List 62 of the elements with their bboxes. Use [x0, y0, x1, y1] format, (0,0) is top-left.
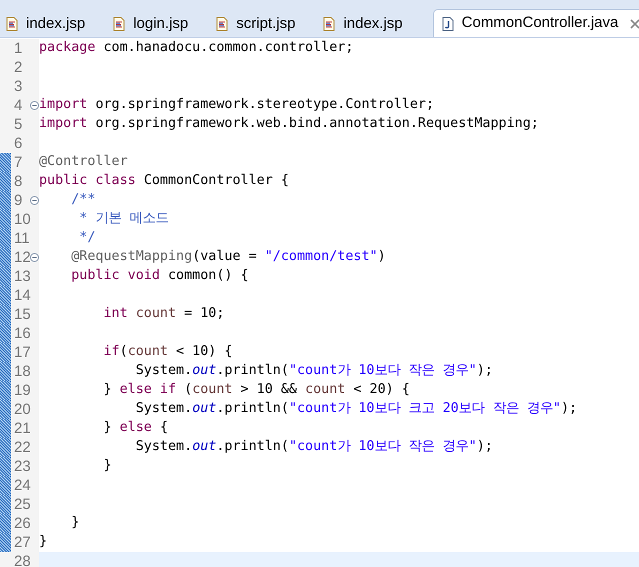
line-number: 25 [14, 497, 31, 512]
jsp-file-icon [113, 17, 126, 31]
line-number: 4 [14, 98, 22, 113]
code-line: import org.springframework.web.bind.annotation.RequestMapping; [39, 115, 540, 134]
line-number: 18 [14, 364, 31, 379]
code-line: System.out.println("count가 10보다 크고 20보다 작은 경우"); [134, 400, 578, 418]
code-line: import org.springframework.stereotype.Controller; [39, 96, 436, 114]
code-line: } else { [102, 419, 169, 438]
jsp-file-icon [323, 17, 336, 31]
line-number: 1 [14, 41, 22, 56]
line-number: 19 [14, 383, 31, 398]
line-number: 6 [14, 136, 22, 151]
line-number: 27 [14, 535, 31, 550]
code-line: */ [78, 229, 96, 248]
line-number: 21 [14, 421, 31, 436]
line-number: 14 [14, 288, 31, 303]
code-line: package com.hanadocu.common.controller; [39, 39, 354, 58]
code-line: System.out.println("count가 10보다 작은 경우"); [134, 438, 494, 456]
java-file-icon [442, 16, 454, 30]
line-number: 8 [14, 174, 22, 189]
code-line: } [102, 457, 113, 476]
line-number: 11 [14, 231, 30, 246]
line-number: 20 [14, 402, 31, 417]
line-number: 15 [14, 307, 31, 322]
fold-icon[interactable] [30, 101, 39, 110]
code-line: public class CommonController { [39, 172, 290, 190]
code-line: if(count < 10) { [102, 343, 234, 362]
code-line: } [70, 514, 80, 532]
line-number: 9 [14, 193, 22, 208]
fold-icon[interactable] [30, 196, 39, 205]
line-number: 2 [14, 60, 22, 75]
jsp-file-icon [6, 17, 18, 31]
code-line: @RequestMapping(value = "/common/test") [70, 248, 387, 266]
close-icon[interactable] [630, 18, 639, 28]
line-number: 12 [14, 250, 31, 265]
line-number: 16 [14, 326, 31, 341]
line-number: 22 [14, 440, 31, 455]
line-number: 5 [14, 117, 22, 132]
editor-tab[interactable]: login.jsp [107, 11, 210, 37]
code-line: @Controller [39, 153, 129, 172]
line-number: 13 [14, 269, 31, 284]
line-number: 10 [14, 212, 31, 227]
code-line: } else if (count > 10 && count < 20) { [102, 381, 411, 400]
editor-tab[interactable]: index.jsp [317, 11, 425, 37]
editor-tab[interactable]: CommonController.java [432, 9, 639, 37]
code-line: System.out.println("count가 10보다 작은 경우"); [134, 362, 494, 380]
code-line: public void common() { [70, 267, 250, 286]
jsp-file-icon [216, 17, 228, 31]
line-number: 7 [14, 155, 22, 170]
code-line: * 기본 메소드 [78, 210, 170, 228]
line-number: 17 [14, 345, 31, 360]
line-number: 24 [14, 478, 31, 493]
code-line: /** [70, 191, 96, 210]
code-line: int count = 10; [102, 305, 226, 324]
editor-tab[interactable]: script.jsp [210, 11, 318, 37]
line-number: 28 [14, 554, 31, 567]
editor-tab[interactable]: index.jsp [0, 11, 108, 37]
line-number: 26 [14, 516, 31, 531]
line-number: 23 [14, 459, 31, 474]
line-number: 3 [14, 79, 22, 94]
code-line: } [39, 533, 48, 552]
fold-icon[interactable] [30, 253, 39, 262]
